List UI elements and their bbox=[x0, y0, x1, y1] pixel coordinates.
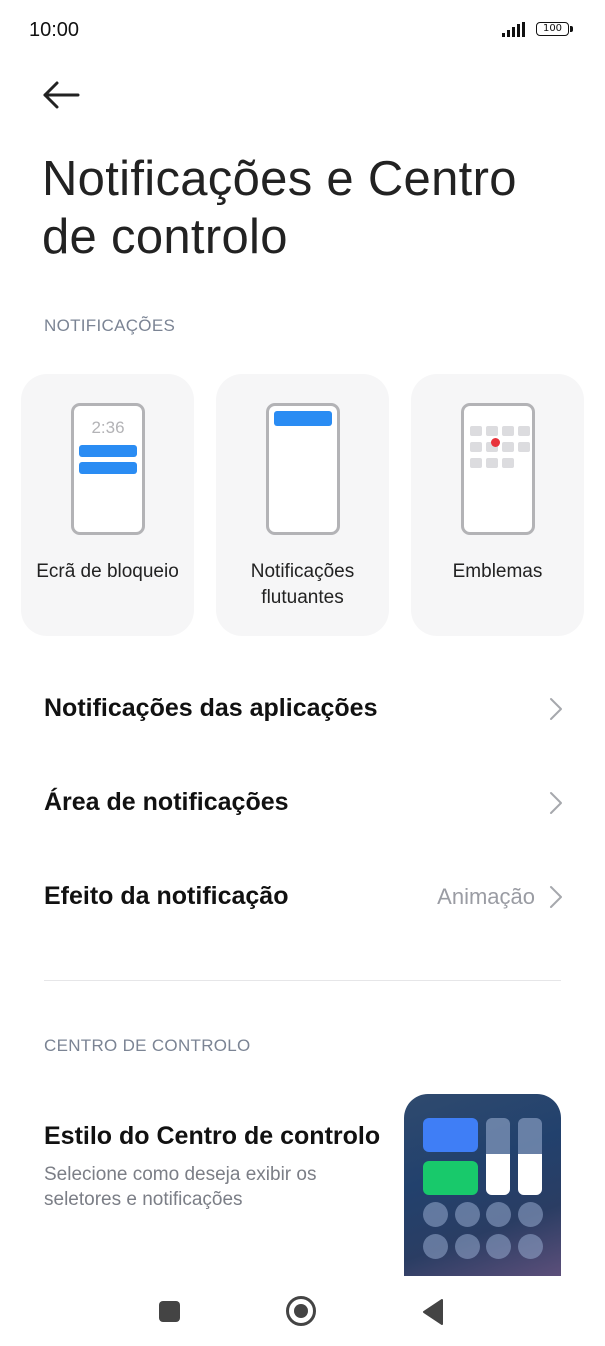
row-notification-shade[interactable]: Área de notificações bbox=[44, 772, 565, 832]
badges-illustration bbox=[461, 403, 535, 535]
status-time: 10:00 bbox=[29, 19, 80, 41]
screen: 10:00 100 Notificações e Centro de contr… bbox=[0, 0, 605, 1346]
card-label: Notificações flutuantes bbox=[250, 561, 355, 608]
notification-cards: 2:36 Ecrã de bloqueio Notificações flutu… bbox=[21, 374, 585, 636]
circle-home-icon[interactable] bbox=[286, 1296, 316, 1326]
divider bbox=[44, 980, 561, 981]
chevron-right-icon bbox=[550, 886, 562, 908]
row-notification-effect[interactable]: Efeito da notificação Animação bbox=[44, 866, 565, 926]
square-recents-icon[interactable] bbox=[159, 1301, 180, 1322]
navigation-bar bbox=[0, 1276, 605, 1346]
battery-icon: 100 bbox=[536, 22, 576, 38]
back-button[interactable] bbox=[34, 72, 88, 118]
triangle-back-icon[interactable] bbox=[422, 1299, 444, 1325]
card-badges[interactable]: Emblemas bbox=[411, 374, 584, 636]
page-title: Notificações e Centro de controlo bbox=[42, 152, 517, 264]
control-center-preview-thumbnail[interactable] bbox=[404, 1094, 561, 1276]
chevron-right-icon bbox=[550, 698, 562, 720]
section-header-notifications: NOTIFICAÇÕES bbox=[44, 316, 176, 335]
row-label: Notificações das aplicações bbox=[44, 694, 378, 722]
card-label: Ecrã de bloqueio bbox=[36, 561, 179, 582]
row-value: Animação bbox=[437, 884, 535, 909]
badge-dot-icon bbox=[491, 438, 500, 447]
row-app-notifications[interactable]: Notificações das aplicações bbox=[44, 678, 565, 738]
floating-notification-illustration bbox=[266, 403, 340, 535]
signal-icon bbox=[502, 22, 525, 37]
row-label: Área de notificações bbox=[44, 788, 289, 816]
chevron-right-icon bbox=[550, 792, 562, 814]
section-header-control-center: CENTRO DE CONTROLO bbox=[44, 1036, 251, 1055]
row-title: Estilo do Centro de controlo bbox=[44, 1122, 381, 1150]
row-label: Efeito da notificação bbox=[44, 882, 289, 910]
battery-level: 100 bbox=[536, 22, 569, 36]
status-bar: 10:00 100 bbox=[0, 0, 605, 62]
card-floating-notifications[interactable]: Notificações flutuantes bbox=[216, 374, 389, 636]
card-lock-screen[interactable]: 2:36 Ecrã de bloqueio bbox=[21, 374, 194, 636]
illustration-time: 2:36 bbox=[91, 418, 125, 437]
row-description: Selecione como deseja exibir os seletore… bbox=[44, 1164, 317, 1210]
card-label: Emblemas bbox=[452, 561, 543, 582]
arrow-left-icon bbox=[43, 81, 80, 109]
lock-screen-illustration: 2:36 bbox=[71, 403, 145, 535]
row-control-center-style[interactable]: Estilo do Centro de controlo Selecione c… bbox=[44, 1120, 384, 1212]
